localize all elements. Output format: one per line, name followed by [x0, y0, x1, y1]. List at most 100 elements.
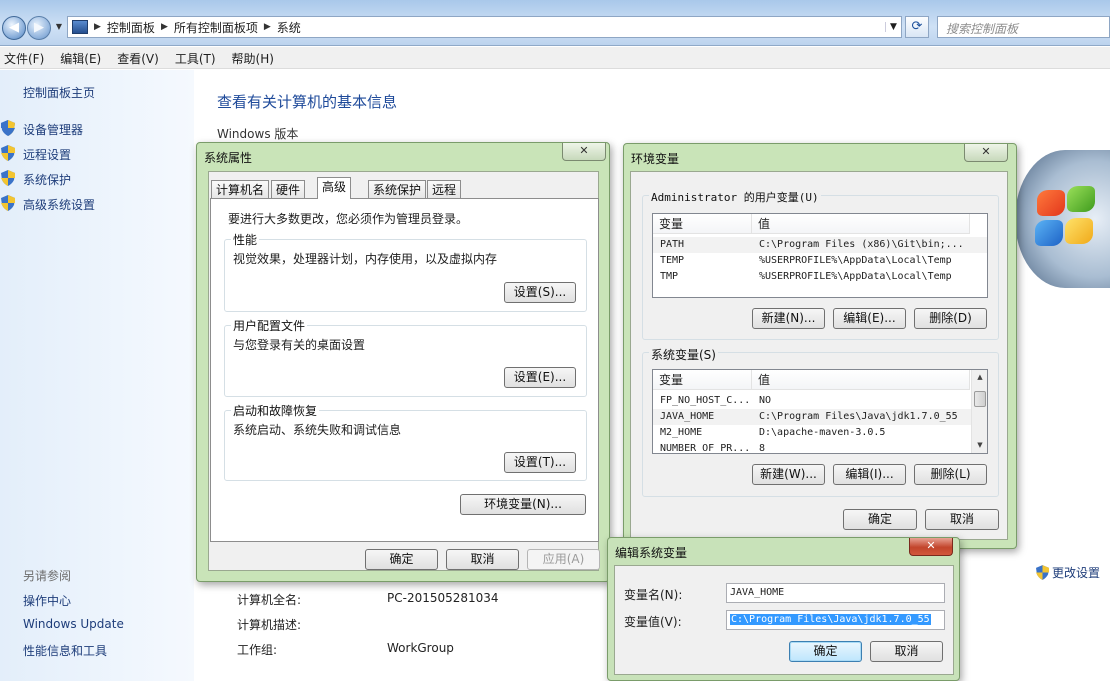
close-button[interactable]: ✕ [909, 538, 953, 556]
performance-label: 性能 [231, 231, 260, 248]
scroll-up-icon[interactable]: ▲ [972, 370, 987, 384]
tab-computer-name[interactable]: 计算机名 [211, 180, 270, 199]
user-edit-button[interactable]: 编辑(E)... [833, 308, 906, 329]
table-row[interactable]: PATH C:\Program Files (x86)\Git\bin;... [653, 237, 987, 253]
startup-recovery-desc: 系统启动、系统失败和调试信息 [233, 423, 402, 437]
column-header-value[interactable]: 值 [752, 370, 970, 390]
shield-icon [1, 145, 15, 161]
sidebar-item-remote-settings[interactable]: 远程设置 [23, 146, 71, 163]
table-row[interactable]: FP_NO_HOST_C... NO [653, 393, 973, 409]
shield-icon [1, 195, 15, 211]
tab-system-protection[interactable]: 系统保护 [368, 180, 427, 199]
menu-help[interactable]: 帮助(H) [232, 50, 274, 66]
cancel-button[interactable]: 取消 [446, 549, 519, 570]
user-variables-list[interactable]: 变量 值 PATH C:\Program Files (x86)\Git\bin… [652, 213, 988, 298]
system-variables-list[interactable]: 变量 值 FP_NO_HOST_C... NO JAVA_HOME C:\Pro… [652, 369, 988, 454]
see-also-performance[interactable]: 性能信息和工具 [23, 642, 107, 659]
sidebar-item-device-manager[interactable]: 设备管理器 [23, 121, 83, 138]
user-delete-button[interactable]: 删除(D) [914, 308, 987, 329]
dialog-title: 系统属性 [204, 151, 253, 165]
breadcrumb-all-items[interactable]: 所有控制面板项 [174, 19, 258, 36]
system-variables-label: 系统变量(S) [649, 346, 718, 363]
system-new-button[interactable]: 新建(W)... [752, 464, 825, 485]
table-row[interactable]: JAVA_HOME C:\Program Files\Java\jdk1.7.0… [653, 409, 973, 425]
variable-value-selected-text: C:\Program Files\Java\jdk1.7.0_55 [730, 614, 931, 625]
see-also-heading: 另请参阅 [23, 569, 72, 583]
startup-recovery-settings-button[interactable]: 设置(T)... [504, 452, 576, 473]
column-header-variable[interactable]: 变量 [653, 370, 752, 390]
change-settings-link[interactable]: 更改设置 [1036, 564, 1100, 581]
env-cancel-button[interactable]: 取消 [925, 509, 999, 530]
close-button[interactable]: ✕ [964, 144, 1008, 162]
column-header-variable[interactable]: 变量 [653, 214, 752, 234]
breadcrumb-system[interactable]: 系统 [277, 19, 301, 36]
user-profile-settings-button[interactable]: 设置(E)... [504, 367, 576, 388]
performance-desc: 视觉效果，处理器计划，内存使用，以及虚拟内存 [233, 252, 498, 266]
computer-name-label: 计算机全名: [237, 593, 302, 607]
menu-bar: 文件(F) 编辑(E) 查看(V) 工具(T) 帮助(H) [0, 47, 1110, 69]
variable-name-input[interactable]: JAVA_HOME [726, 583, 945, 603]
close-button[interactable]: ✕ [562, 143, 606, 161]
windows-logo [1015, 150, 1110, 288]
variable-value-label: 变量值(V): [624, 615, 682, 629]
see-also-windows-update[interactable]: Windows Update [23, 617, 124, 631]
variable-value-input[interactable]: C:\Program Files\Java\jdk1.7.0_55 [726, 610, 945, 630]
table-row[interactable]: M2_HOME D:\apache-maven-3.0.5 [653, 425, 973, 441]
scrollbar[interactable]: ▲ ▼ [971, 370, 987, 453]
chevron-right-icon[interactable]: ▶ [94, 22, 101, 32]
table-row[interactable]: TMP %USERPROFILE%\AppData\Local\Temp [653, 269, 987, 285]
sidebar-home-link[interactable]: 控制面板主页 [23, 84, 95, 101]
ok-button[interactable]: 确定 [365, 549, 438, 570]
scroll-down-icon[interactable]: ▼ [972, 438, 987, 452]
shield-icon [1, 170, 15, 186]
computer-description-label: 计算机描述: [237, 618, 302, 632]
system-edit-button[interactable]: 编辑(I)... [833, 464, 906, 485]
windows-version-heading: Windows 版本 [217, 127, 299, 141]
shield-icon [1, 120, 15, 136]
search-input[interactable]: 搜索控制面板 [937, 16, 1110, 38]
user-variables-label: Administrator 的用户变量(U) [649, 189, 821, 205]
back-button[interactable]: ◀ [2, 16, 26, 40]
environment-variables-button[interactable]: 环境变量(N)... [460, 494, 586, 515]
edit-cancel-button[interactable]: 取消 [870, 641, 943, 662]
history-dropdown-icon[interactable]: ▼ [53, 20, 65, 34]
performance-settings-button[interactable]: 设置(S)... [504, 282, 576, 303]
table-row[interactable]: NUMBER_OF_PR... 8 [653, 441, 973, 453]
edit-ok-button[interactable]: 确定 [789, 641, 862, 662]
apply-button[interactable]: 应用(A) [527, 549, 600, 570]
menu-edit[interactable]: 编辑(E) [60, 50, 101, 66]
page-title: 查看有关计算机的基本信息 [217, 93, 398, 111]
env-ok-button[interactable]: 确定 [843, 509, 917, 530]
refresh-button[interactable]: ⟳ [905, 16, 929, 38]
breadcrumb[interactable]: ▶ 控制面板 ▶ 所有控制面板项 ▶ 系统 ▼ [67, 16, 902, 38]
computer-name-value: PC-201505281034 [387, 591, 499, 605]
scrollbar-thumb[interactable] [974, 391, 986, 407]
variable-name-label: 变量名(N): [624, 588, 683, 602]
tab-advanced[interactable]: 高级 [317, 177, 352, 199]
chevron-right-icon[interactable]: ▶ [161, 22, 168, 32]
change-settings-label[interactable]: 更改设置 [1052, 564, 1100, 581]
breadcrumb-control-panel[interactable]: 控制面板 [107, 19, 155, 36]
shield-icon [1036, 565, 1049, 580]
sidebar-item-system-protection[interactable]: 系统保护 [23, 171, 71, 188]
user-profile-label: 用户配置文件 [231, 317, 308, 334]
chevron-right-icon[interactable]: ▶ [264, 22, 271, 32]
address-dropdown-icon[interactable]: ▼ [885, 22, 901, 32]
system-delete-button[interactable]: 删除(L) [914, 464, 987, 485]
tab-remote[interactable]: 远程 [427, 180, 462, 199]
forward-button[interactable]: ▶ [27, 16, 51, 40]
menu-file[interactable]: 文件(F) [4, 50, 44, 66]
menu-tools[interactable]: 工具(T) [175, 50, 216, 66]
address-bar: ◀ ▶ ▼ ▶ 控制面板 ▶ 所有控制面板项 ▶ 系统 ▼ ⟳ 搜索控制面板 [0, 0, 1110, 46]
sidebar: 控制面板主页 设备管理器 远程设置 系统保护 高级系统设置 另请参阅 操作中心 … [0, 70, 194, 681]
sidebar-item-advanced-settings[interactable]: 高级系统设置 [23, 196, 95, 213]
table-row[interactable]: TEMP %USERPROFILE%\AppData\Local\Temp [653, 253, 987, 269]
user-new-button[interactable]: 新建(N)... [752, 308, 825, 329]
menu-view[interactable]: 查看(V) [117, 50, 159, 66]
tab-hardware[interactable]: 硬件 [271, 180, 306, 199]
see-also-action-center[interactable]: 操作中心 [23, 592, 71, 609]
control-panel-icon [72, 20, 88, 34]
startup-recovery-label: 启动和故障恢复 [231, 402, 320, 419]
user-profile-desc: 与您登录有关的桌面设置 [233, 338, 366, 352]
column-header-value[interactable]: 值 [752, 214, 970, 234]
